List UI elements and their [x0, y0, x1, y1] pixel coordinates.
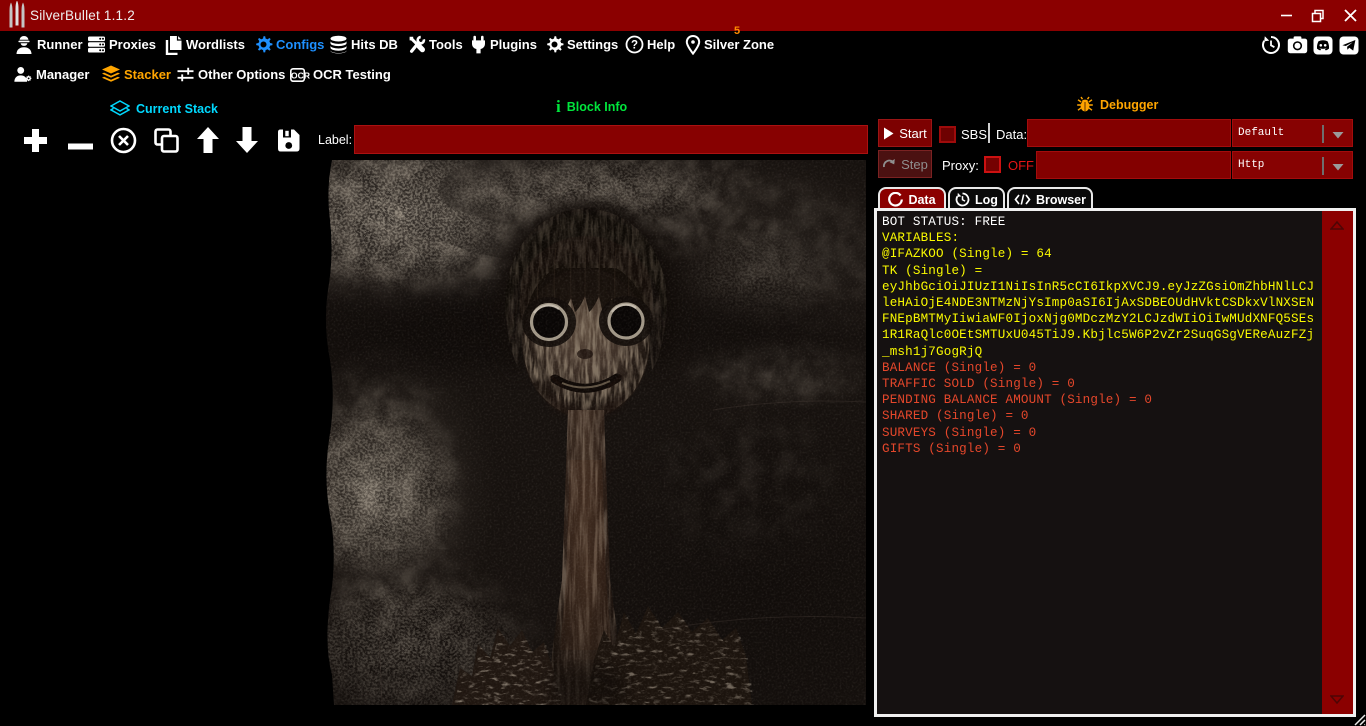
svg-text:?: ? — [631, 40, 638, 52]
svg-text:R: R — [304, 70, 310, 80]
svg-text:OC: OC — [291, 70, 304, 80]
